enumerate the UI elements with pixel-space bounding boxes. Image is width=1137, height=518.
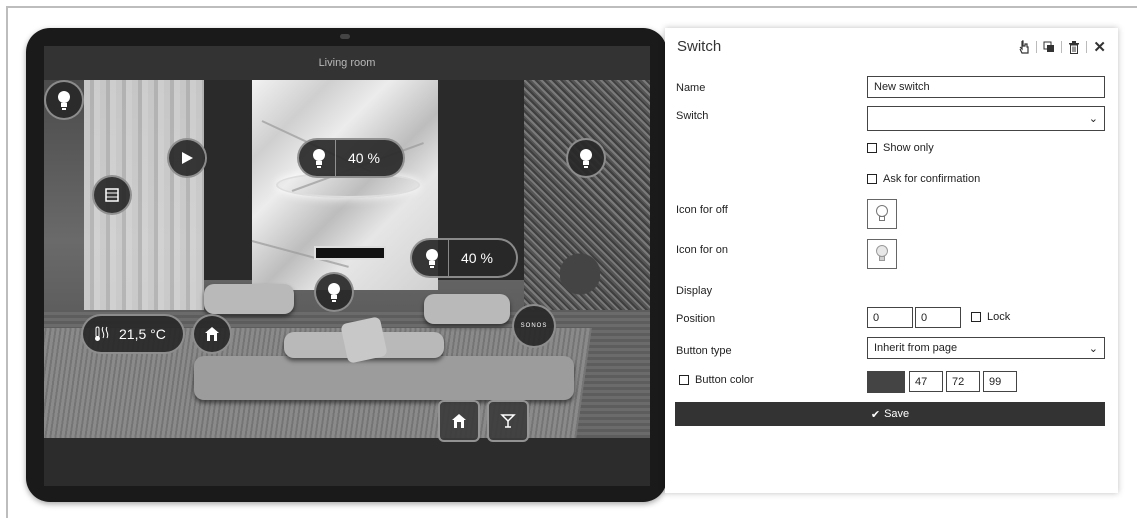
sofa-right bbox=[424, 294, 510, 324]
icon-off-label: Icon for off bbox=[676, 204, 728, 216]
panel-title: Switch bbox=[677, 38, 722, 55]
play-button[interactable] bbox=[167, 138, 207, 178]
lock-label: Lock bbox=[987, 311, 1011, 323]
thermometer-icon bbox=[95, 326, 109, 341]
light-button-center-low[interactable] bbox=[314, 272, 354, 312]
color-r-value: 47 bbox=[915, 375, 928, 388]
color-b-value: 99 bbox=[989, 375, 1002, 388]
blind-button[interactable] bbox=[92, 175, 132, 215]
room-title: Living room bbox=[318, 57, 376, 69]
lightbulb-on-icon bbox=[876, 245, 888, 261]
room-title-bar: Living room bbox=[44, 46, 650, 80]
lightbulb-off-icon bbox=[876, 205, 888, 221]
house-icon bbox=[452, 414, 466, 428]
thermostat-control[interactable]: 21,5 °C bbox=[81, 314, 185, 354]
play-icon bbox=[182, 152, 193, 164]
show-only-checkbox[interactable]: Show only bbox=[867, 142, 934, 154]
house-mode-button[interactable] bbox=[192, 314, 232, 354]
button-type-select[interactable]: Inherit from page ⌄ bbox=[867, 337, 1105, 359]
position-x-value: 0 bbox=[873, 311, 880, 324]
save-button[interactable]: ✔ Save bbox=[675, 402, 1105, 426]
position-y-value: 0 bbox=[921, 311, 928, 324]
position-x-input[interactable]: 0 bbox=[867, 307, 913, 328]
color-g-input[interactable]: 72 bbox=[946, 371, 980, 392]
position-label: Position bbox=[676, 313, 716, 325]
sonos-button[interactable]: SONOS bbox=[512, 304, 556, 348]
copy-icon[interactable] bbox=[1043, 41, 1055, 53]
color-b-input[interactable]: 99 bbox=[983, 371, 1017, 392]
properties-panel: Switch ✕ Name New switch Switch ⌄ Show o… bbox=[665, 28, 1118, 493]
checkbox-box[interactable] bbox=[867, 174, 877, 184]
blind-icon bbox=[105, 188, 119, 202]
ask-confirmation-label: Ask for confirmation bbox=[883, 173, 981, 185]
dimmer-right-value: 40 % bbox=[461, 250, 493, 266]
button-type-value: Inherit from page bbox=[874, 342, 958, 354]
checkbox-box[interactable] bbox=[679, 375, 689, 385]
checkbox-box[interactable] bbox=[971, 312, 981, 322]
name-field[interactable]: New switch bbox=[867, 76, 1105, 98]
toolbar-separator bbox=[1061, 41, 1063, 53]
toolbar-separator bbox=[1036, 41, 1038, 53]
lightbulb-icon bbox=[58, 91, 70, 110]
display-label: Display bbox=[676, 285, 713, 297]
scene-home-button[interactable] bbox=[438, 400, 480, 442]
light-button-top-left[interactable] bbox=[44, 80, 84, 120]
toolbar-separator bbox=[1086, 41, 1088, 53]
checkmark-icon: ✔ bbox=[870, 408, 881, 421]
sonos-label: SONOS bbox=[520, 323, 548, 329]
sofa-center bbox=[194, 356, 574, 400]
icon-on-picker[interactable] bbox=[867, 239, 897, 269]
plant bbox=[560, 250, 600, 330]
tablet-bottom-bar bbox=[44, 438, 650, 486]
close-icon[interactable]: ✕ bbox=[1093, 38, 1106, 56]
button-color-swatch[interactable] bbox=[867, 371, 905, 393]
lock-checkbox[interactable]: Lock bbox=[971, 311, 1010, 323]
sofa-left bbox=[204, 284, 294, 314]
cocktail-icon bbox=[500, 414, 516, 428]
position-y-input[interactable]: 0 bbox=[915, 307, 961, 328]
button-type-label: Button type bbox=[676, 345, 732, 357]
house-icon bbox=[205, 327, 219, 341]
name-label: Name bbox=[676, 82, 706, 94]
room-background bbox=[44, 80, 650, 438]
button-color-checkbox[interactable]: Button color bbox=[679, 374, 754, 386]
button-color-label: Button color bbox=[695, 374, 754, 386]
chevron-down-icon: ⌄ bbox=[1088, 342, 1098, 355]
icon-off-picker[interactable] bbox=[867, 199, 897, 229]
dark-wall-left bbox=[204, 80, 252, 280]
lightbulb-icon bbox=[426, 249, 438, 268]
switch-label: Switch bbox=[676, 110, 709, 122]
scene-cocktail-button[interactable] bbox=[487, 400, 529, 442]
pointer-icon[interactable] bbox=[1018, 40, 1030, 54]
icon-on-label: Icon for on bbox=[676, 244, 728, 256]
lightbulb-icon bbox=[313, 149, 325, 168]
panel-toolbar: ✕ bbox=[1018, 38, 1106, 56]
save-label: Save bbox=[884, 408, 910, 420]
tablet-camera bbox=[340, 34, 350, 39]
tablet-screen: Living room 40 % 40 % 21,5 °C SONOS bbox=[44, 46, 650, 486]
lightbulb-icon bbox=[580, 149, 592, 168]
chevron-down-icon: ⌄ bbox=[1088, 113, 1098, 125]
lightbulb-icon bbox=[328, 283, 340, 302]
checkbox-box[interactable] bbox=[867, 143, 877, 153]
thermostat-value: 21,5 °C bbox=[119, 326, 166, 342]
dimmer-right[interactable]: 40 % bbox=[410, 238, 518, 278]
dimmer-center[interactable]: 40 % bbox=[297, 138, 405, 178]
ask-confirmation-checkbox[interactable]: Ask for confirmation bbox=[867, 173, 980, 185]
color-r-input[interactable]: 47 bbox=[909, 371, 943, 392]
name-value: New switch bbox=[874, 81, 930, 93]
fireplace bbox=[314, 246, 386, 260]
pillow bbox=[340, 316, 388, 364]
dimmer-center-value: 40 % bbox=[348, 150, 380, 166]
trash-icon[interactable] bbox=[1068, 40, 1080, 54]
switch-select[interactable]: ⌄ bbox=[867, 106, 1105, 131]
show-only-label: Show only bbox=[883, 142, 934, 154]
color-g-value: 72 bbox=[952, 375, 965, 388]
tablet-preview: Living room 40 % 40 % 21,5 °C SONOS bbox=[26, 28, 667, 502]
light-button-right[interactable] bbox=[566, 138, 606, 178]
